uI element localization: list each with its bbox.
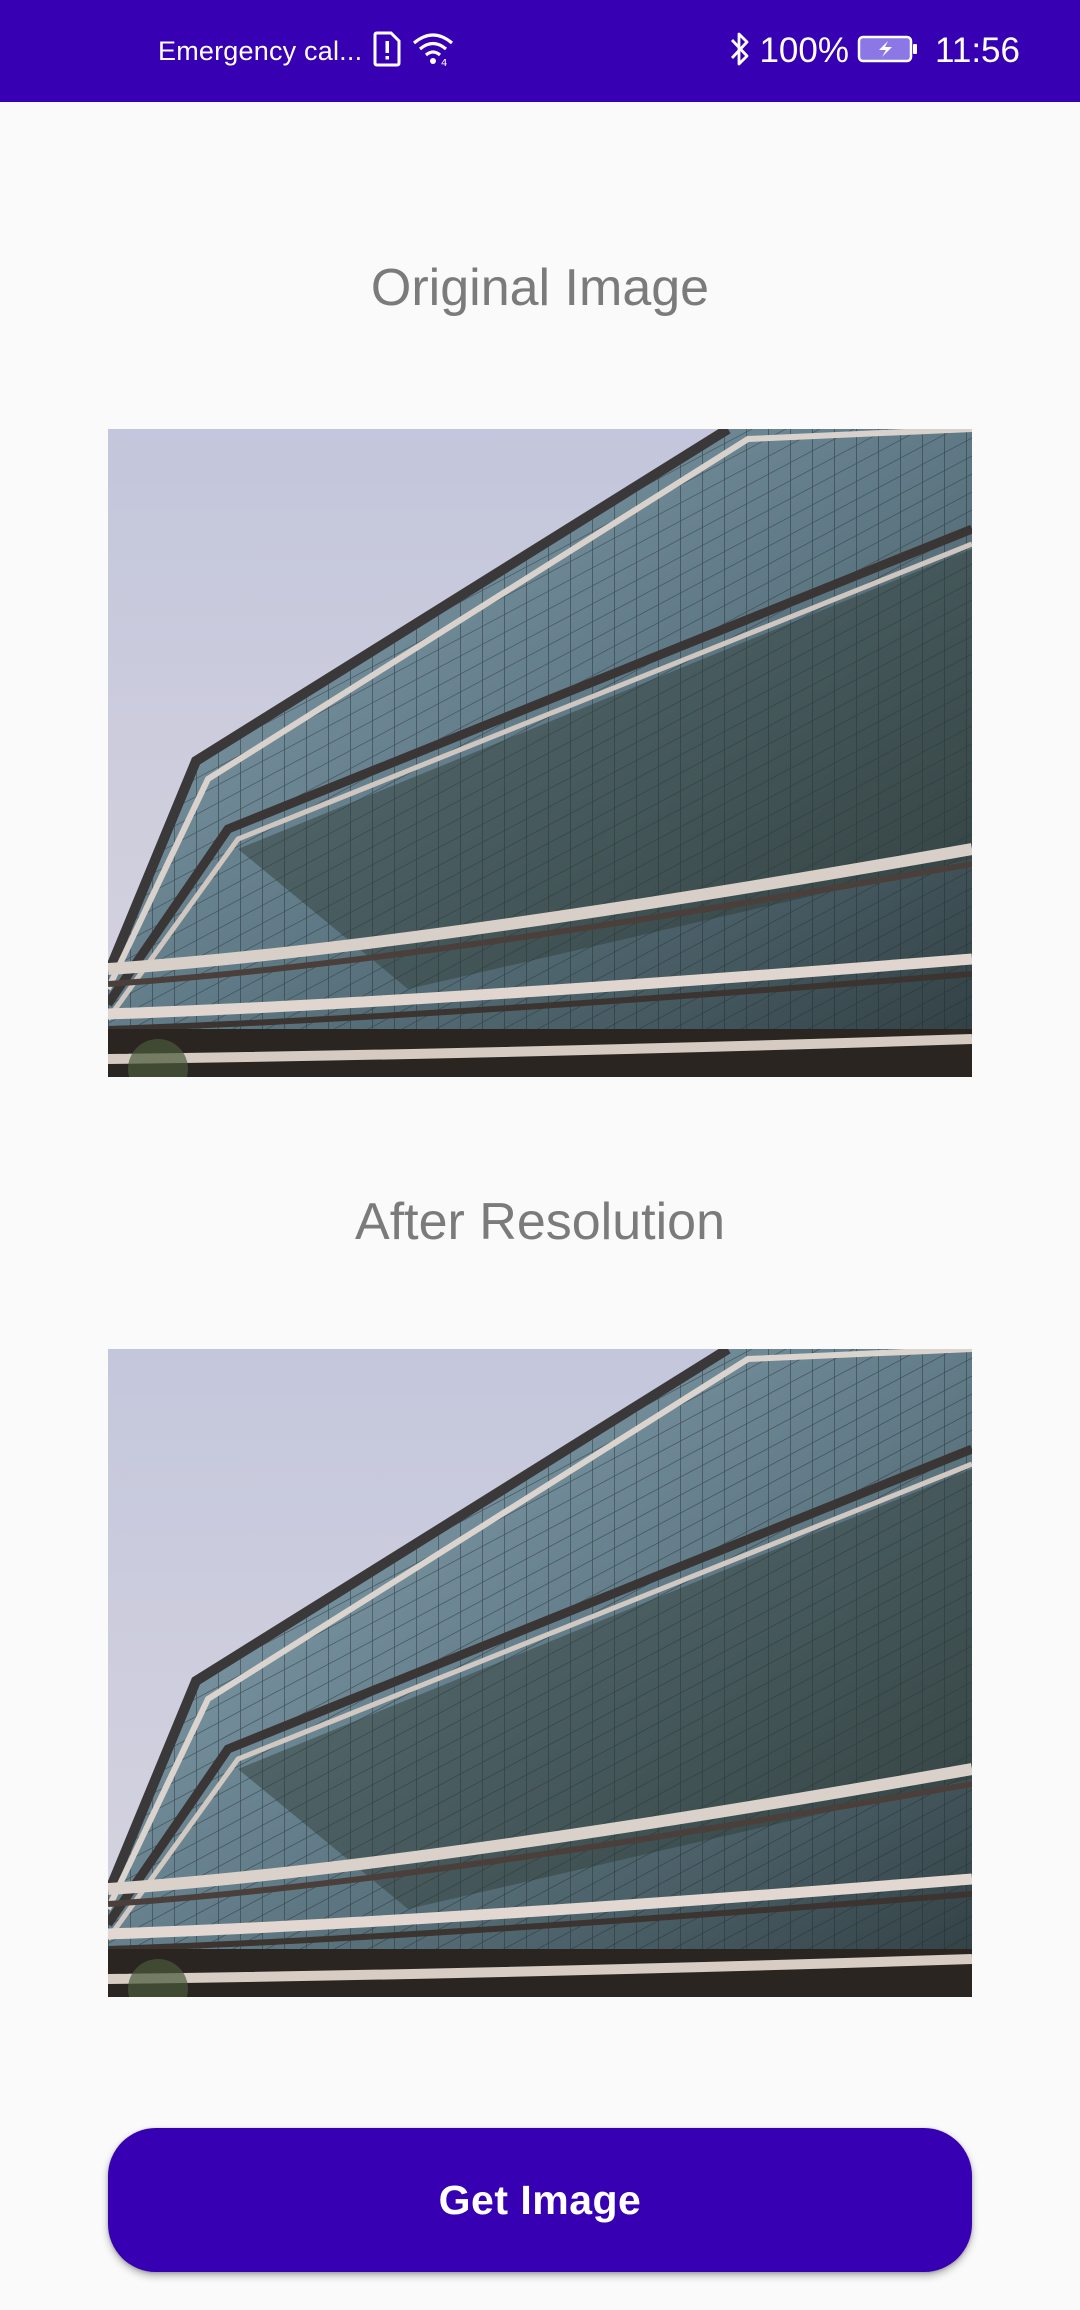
- battery-percentage: 100%: [759, 31, 849, 70]
- get-image-button[interactable]: Get Image: [108, 2128, 972, 2272]
- original-image: [108, 429, 972, 1077]
- status-bar: Emergency cal... 4 100% 11:56: [0, 0, 1080, 102]
- battery-charging-icon: [857, 34, 919, 69]
- after-resolution-title: After Resolution: [355, 1193, 725, 1251]
- svg-text:4: 4: [441, 58, 447, 67]
- status-left: Emergency cal... 4: [158, 0, 454, 102]
- sim-alert-icon: [372, 31, 402, 72]
- original-image-title: Original Image: [370, 259, 710, 317]
- after-resolution-image: [108, 1349, 972, 1997]
- bluetooth-icon: [729, 30, 751, 73]
- clock: 11:56: [935, 31, 1020, 70]
- wifi-icon: 4: [412, 31, 454, 72]
- status-right: 100% 11:56: [729, 0, 1020, 102]
- carrier-text: Emergency cal...: [158, 35, 363, 66]
